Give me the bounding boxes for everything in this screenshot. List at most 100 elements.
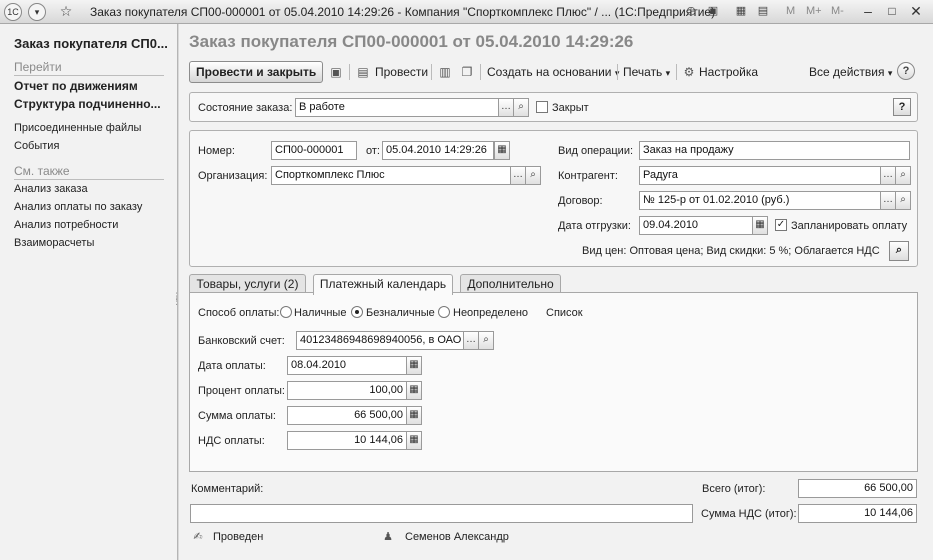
calendar-icon[interactable]: ▦ — [494, 141, 510, 160]
maximize-icon[interactable]: □ — [882, 2, 902, 21]
memory-mminus-button[interactable]: M- — [831, 5, 844, 17]
closed-checkbox[interactable] — [536, 101, 548, 113]
choose-button[interactable]: … — [880, 191, 896, 210]
total-label: Всего (итог): — [702, 483, 766, 495]
contract-field[interactable]: № 125-р от 01.02.2010 (руб.) — [639, 191, 881, 210]
radio-undefined[interactable] — [438, 306, 450, 318]
shipment-date-field[interactable]: 09.04.2010 — [639, 216, 753, 235]
calendar-icon[interactable]: ▤ — [755, 3, 771, 19]
sidebar-item-demand-analysis[interactable]: Анализ потребности — [14, 219, 118, 231]
radio-cash[interactable] — [280, 306, 292, 318]
date-field[interactable]: 05.04.2010 14:29:26 — [382, 141, 494, 160]
vat-total-field: 10 144,06 — [798, 504, 917, 523]
number-label: Номер: — [198, 145, 235, 157]
search-icon[interactable]: ⌕ — [525, 166, 541, 185]
calendar-icon[interactable]: ▦ — [752, 216, 768, 235]
settings-button[interactable]: Настройка — [699, 65, 758, 79]
save-icon[interactable]: ▣ — [328, 64, 344, 80]
choose-button[interactable]: … — [498, 98, 514, 117]
radio-noncash-label: Безналичные — [366, 307, 435, 319]
bank-account-field[interactable]: 40123486948698940056, в ОАО ' — [296, 331, 464, 350]
copy-document-icon[interactable]: ❐ — [459, 64, 475, 80]
date-from-label: от: — [366, 145, 380, 157]
tab-payment-calendar[interactable]: Платежный календарь — [313, 274, 453, 295]
memory-m-button[interactable]: M — [786, 5, 795, 17]
vat-total-label: Сумма НДС (итог): — [701, 508, 797, 520]
choose-button[interactable]: … — [510, 166, 526, 185]
payment-date-field[interactable]: 08.04.2010 — [287, 356, 407, 375]
search-icon[interactable]: ⌕ — [513, 98, 529, 117]
sidebar-item-payment-analysis[interactable]: Анализ оплаты по заказу — [14, 201, 142, 213]
payment-vat-field[interactable]: 10 144,06 — [287, 431, 407, 450]
order-header-panel: Номер: СП00-000001 от: 05.04.2010 14:29:… — [189, 130, 918, 267]
post-icon[interactable]: ▤ — [355, 64, 371, 80]
all-actions-menu[interactable]: Все действия ▾ — [809, 65, 892, 79]
window-title: Заказ покупателя СП00-000001 от 05.04.20… — [90, 5, 716, 19]
toolbar-separator — [431, 64, 432, 80]
help-icon[interactable]: ? — [893, 98, 911, 116]
payment-vat-label: НДС оплаты: — [198, 435, 265, 447]
help-button[interactable]: ? — [897, 62, 915, 80]
bank-account-label: Банковский счет: — [198, 335, 285, 347]
favorites-icon[interactable]: ▣ — [705, 3, 721, 19]
radio-noncash[interactable] — [351, 306, 363, 318]
plan-payment-checkbox[interactable]: ✓ — [775, 219, 787, 231]
search-icon[interactable]: ⌕ — [889, 241, 909, 261]
sidebar-section-goto: Перейти — [14, 60, 164, 76]
calculator-icon[interactable]: ▦ — [406, 381, 422, 400]
posted-status-text: Проведен — [213, 531, 264, 543]
memory-mplus-button[interactable]: M+ — [806, 5, 822, 17]
sidebar-item-events[interactable]: События — [14, 140, 59, 152]
app-logo-icon[interactable]: 1С — [4, 3, 22, 21]
comment-field[interactable] — [190, 504, 693, 523]
tab-additional[interactable]: Дополнительно — [460, 274, 561, 294]
calculator-icon[interactable]: ▦ — [733, 3, 749, 19]
operation-type-field[interactable]: Заказ на продажу — [639, 141, 910, 160]
author-name: Семенов Александр — [405, 531, 509, 543]
print-menu[interactable]: Печать ▾ — [623, 65, 670, 79]
calendar-icon[interactable]: ▦ — [406, 356, 422, 375]
search-icon[interactable]: ⌕ — [895, 191, 911, 210]
sidebar-item-attached-files[interactable]: Присоединенные файлы — [14, 122, 141, 134]
create-based-on-menu[interactable]: Создать на основании ▾ — [487, 65, 619, 79]
chevron-down-icon: ▾ — [887, 68, 893, 78]
order-state-field[interactable]: В работе — [295, 98, 499, 117]
calculator-icon[interactable]: ▦ — [406, 431, 422, 450]
settings-icon[interactable]: ⚙ — [681, 64, 697, 80]
counterparty-label: Контрагент: — [558, 170, 618, 182]
organization-field[interactable]: Спорткомплекс Плюс — [271, 166, 511, 185]
contract-label: Договор: — [558, 195, 603, 207]
payment-percent-field[interactable]: 100,00 — [287, 381, 407, 400]
toolbar-separator — [349, 64, 350, 80]
payment-sum-field[interactable]: 66 500,00 — [287, 406, 407, 425]
toolbar-separator — [617, 64, 618, 80]
minimize-icon[interactable]: – — [858, 2, 878, 21]
close-icon[interactable]: ✕ — [906, 2, 926, 21]
favorite-star-icon[interactable]: ☆ — [58, 3, 74, 19]
number-field[interactable]: СП00-000001 — [271, 141, 357, 160]
choose-button[interactable]: … — [463, 331, 479, 350]
history-icon[interactable]: ◷ — [683, 3, 699, 19]
tab-goods-services[interactable]: Товары, услуги (2) — [189, 274, 306, 294]
command-bar: Провести и закрыть ▣ ▤ Провести ▥ ❐ Созд… — [189, 61, 919, 83]
sidebar-item-subordinate-structure[interactable]: Структура подчиненно... — [14, 97, 161, 111]
menu-dropdown-icon[interactable]: ▾ — [28, 3, 46, 21]
post-button[interactable]: Провести — [375, 65, 428, 79]
list-link[interactable]: Список — [546, 307, 583, 319]
sidebar-item-movements-report[interactable]: Отчет по движениям — [14, 79, 138, 93]
choose-button[interactable]: … — [880, 166, 896, 185]
payment-method-label: Способ оплаты: — [198, 307, 280, 319]
plan-payment-label: Запланировать оплату — [791, 220, 908, 232]
order-state-panel: Состояние заказа: В работе … ⌕ Закрыт ? — [189, 92, 918, 122]
sidebar: Заказ покупателя СП0... Перейти Отчет по… — [0, 24, 181, 560]
post-and-close-button[interactable]: Провести и закрыть — [189, 61, 324, 83]
sidebar-item-settlements[interactable]: Взаиморасчеты — [14, 237, 94, 249]
document-list-icon[interactable]: ▥ — [437, 64, 453, 80]
calculator-icon[interactable]: ▦ — [406, 406, 422, 425]
search-icon[interactable]: ⌕ — [895, 166, 911, 185]
search-icon[interactable]: ⌕ — [478, 331, 494, 350]
sidebar-item-order-analysis[interactable]: Анализ заказа — [14, 183, 88, 195]
total-field: 66 500,00 — [798, 479, 917, 498]
counterparty-field[interactable]: Радуга — [639, 166, 881, 185]
main-form: Заказ покупателя СП00-000001 от 05.04.20… — [179, 24, 933, 560]
